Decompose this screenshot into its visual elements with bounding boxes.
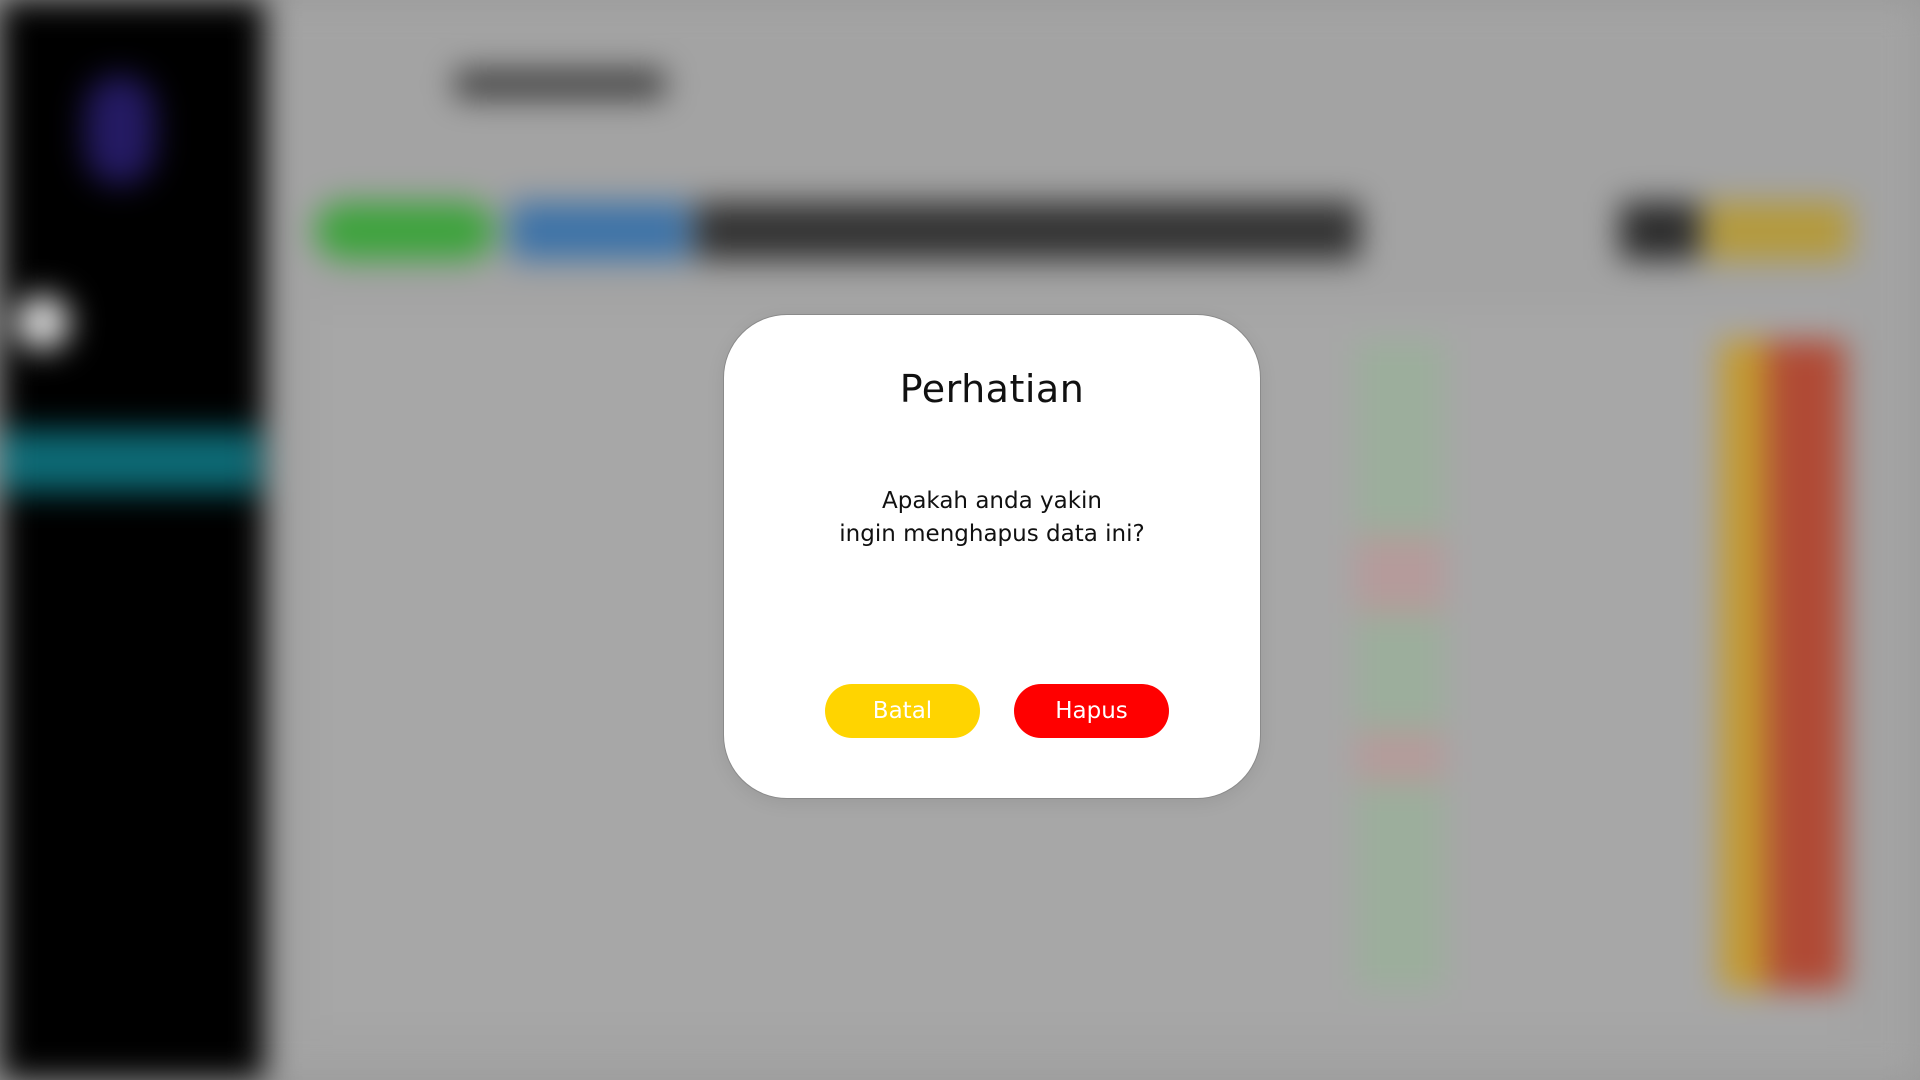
dialog-message-line-2: ingin menghapus data ini? — [839, 521, 1145, 547]
delete-button[interactable]: Hapus — [1014, 684, 1169, 738]
page-title — [455, 70, 665, 98]
table-action-column — [1720, 340, 1845, 990]
confirm-delete-dialog: Perhatian Apakah anda yakin ingin mengha… — [723, 314, 1261, 799]
toolbar-dark-button — [1620, 202, 1700, 260]
toolbar-yellow-button — [1705, 202, 1850, 260]
avatar — [15, 295, 70, 350]
toolbar-search-bar — [695, 202, 1360, 260]
dialog-message-line-1: Apakah anda yakin — [882, 488, 1102, 514]
cancel-button[interactable]: Batal — [825, 684, 980, 738]
sidebar-item-active — [0, 430, 260, 492]
dialog-title: Perhatian — [899, 367, 1085, 411]
app-logo — [85, 75, 155, 185]
table-status-column — [1355, 340, 1445, 990]
dialog-message: Apakah anda yakin ingin menghapus data i… — [764, 485, 1220, 551]
toolbar-blue-button — [510, 202, 690, 260]
screen: Perhatian Apakah anda yakin ingin mengha… — [0, 0, 1920, 1080]
toolbar-green-button — [315, 202, 495, 260]
